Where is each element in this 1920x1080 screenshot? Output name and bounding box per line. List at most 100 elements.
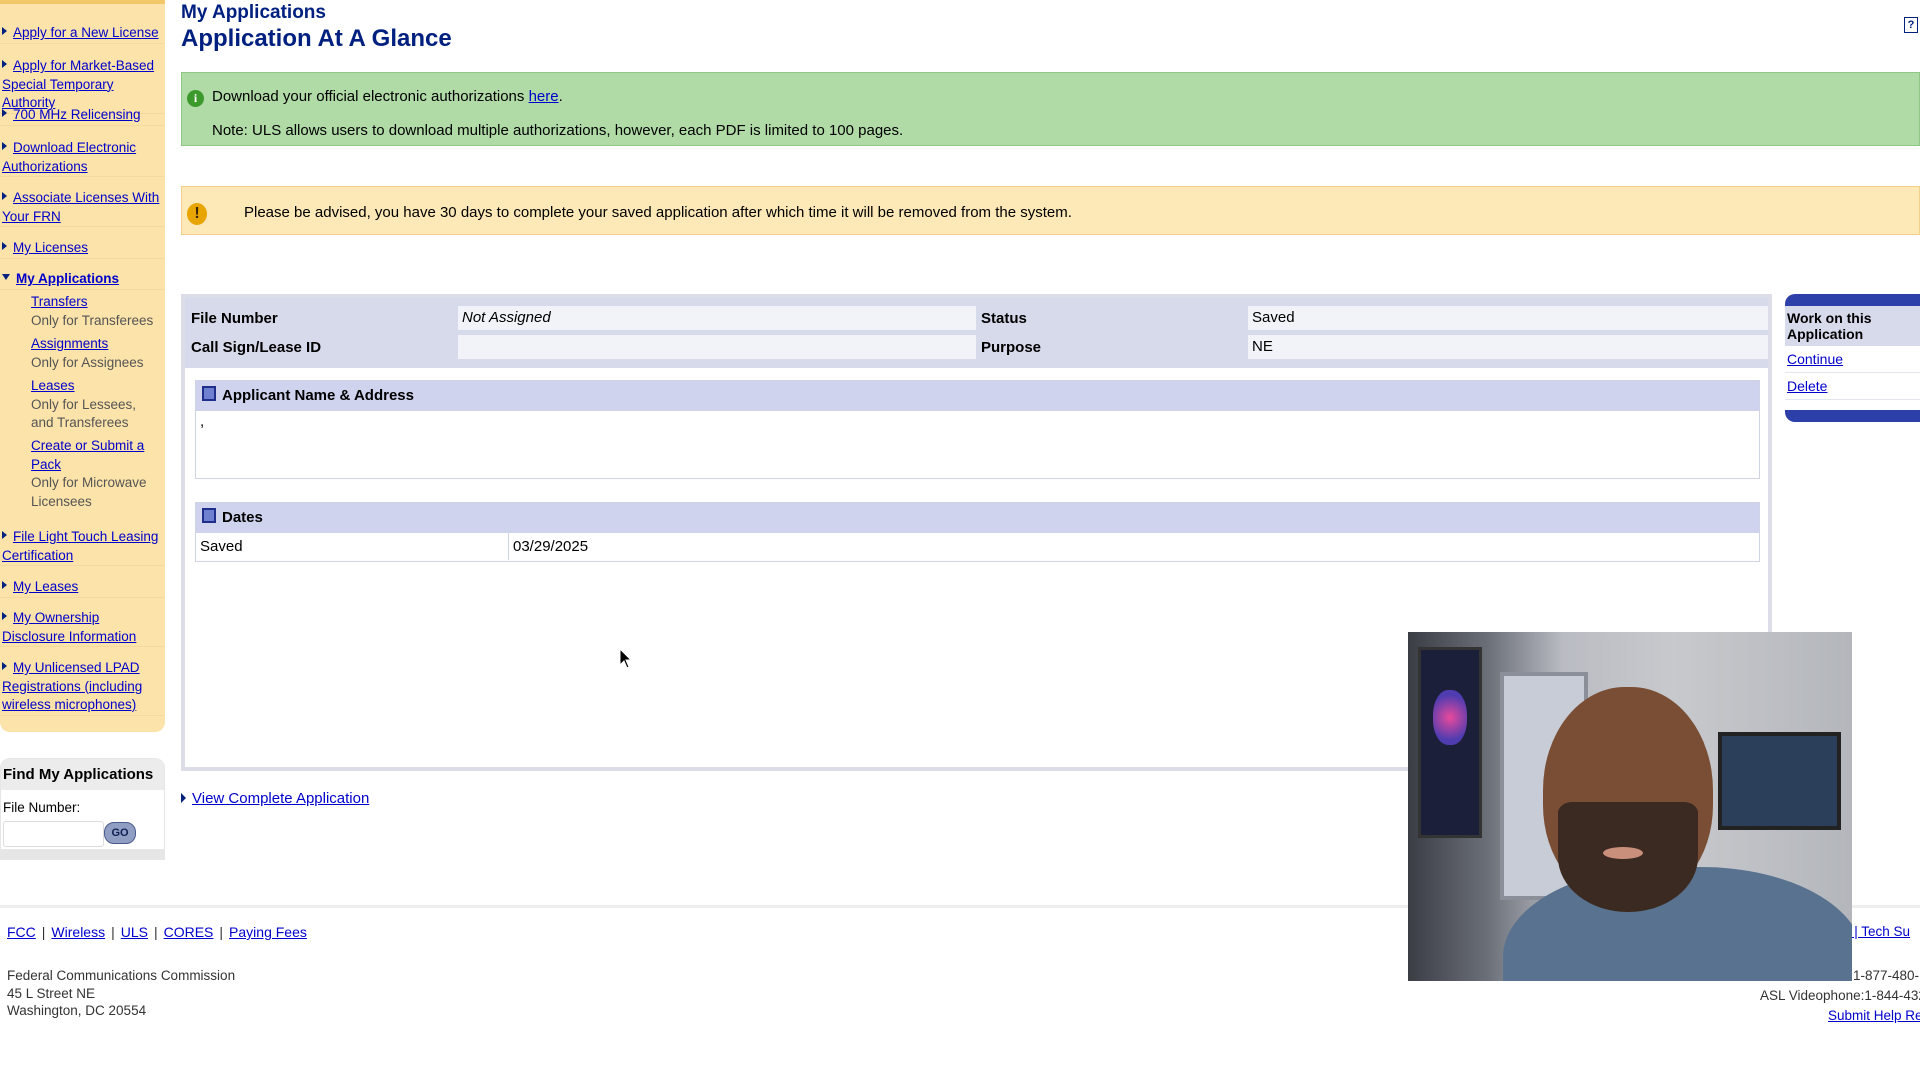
sidebar-subitem-label[interactable]: Create or Submit a Pack xyxy=(31,438,144,472)
triangle-right-icon xyxy=(2,242,7,250)
triangle-right-icon xyxy=(2,27,7,35)
info-prefix: Download your official electronic author… xyxy=(212,88,529,105)
continue-link-text[interactable]: Continue xyxy=(1787,351,1843,367)
triangle-right-icon xyxy=(2,109,7,117)
sidebar-subitem-pack: Create or Submit a Pack Only for Microwa… xyxy=(31,437,161,511)
triangle-right-icon xyxy=(2,192,7,200)
page-subtitle: My Applications xyxy=(181,2,326,23)
warning-notice: ! Please be advised, you have 30 days to… xyxy=(181,186,1920,235)
date-label: Saved xyxy=(200,538,243,555)
triangle-right-icon xyxy=(2,662,7,670)
address-line: 45 L Street NE xyxy=(7,985,96,1001)
address-line: Washington, DC 20554 xyxy=(7,1003,147,1018)
triangle-right-icon xyxy=(2,581,7,589)
footer-link-fcc[interactable]: FCC xyxy=(7,924,36,940)
footer-videophone: ASL Videophone:1-844-432- xyxy=(1760,988,1920,1003)
wall-poster xyxy=(1418,647,1482,838)
background-monitor xyxy=(1718,732,1841,830)
triangle-right-icon xyxy=(2,612,7,620)
footer-link-uls[interactable]: ULS xyxy=(121,924,148,940)
sidebar-subitem-label[interactable]: Leases xyxy=(31,378,75,393)
sidebar-nav: Apply for a New License Apply for Market… xyxy=(0,0,165,732)
sidebar-item-ownership-disclosure[interactable]: My Ownership Disclosure Information xyxy=(0,609,165,647)
sidebar-subitem-assignments: Assignments Only for Assignees xyxy=(31,335,161,372)
poster-art xyxy=(1433,690,1467,745)
mouse-cursor-icon xyxy=(619,648,633,669)
sidebar-subitem-leases: Leases Only for Lessees, and Transferees xyxy=(31,377,161,433)
dates-section-title: Dates xyxy=(222,509,263,526)
purpose-value: NE xyxy=(1248,335,1768,359)
file-number-label: File Number: xyxy=(3,800,81,815)
status-value: Saved xyxy=(1248,306,1768,330)
call-sign-value xyxy=(458,335,976,359)
info-suffix: . xyxy=(558,88,563,105)
find-box-title: Find My Applications xyxy=(1,759,164,790)
file-number-value: Not Assigned xyxy=(458,306,976,330)
go-button[interactable]: GO xyxy=(104,822,136,844)
view-complete-application[interactable]: View Complete Application xyxy=(181,790,369,807)
sidebar-item-apply-new-license[interactable]: Apply for a New License xyxy=(0,24,165,44)
page-title: Application At A Glance xyxy=(181,25,452,52)
sidebar-subitem-note: Only for Microwave Licensees xyxy=(31,475,147,509)
view-complete-link[interactable]: View Complete Application xyxy=(192,790,369,807)
collapse-square-icon[interactable] xyxy=(202,508,216,523)
footer-phone: 1-877-480- xyxy=(1853,968,1920,983)
footer-link-paying-fees[interactable]: Paying Fees xyxy=(229,924,307,940)
download-here-link[interactable]: here xyxy=(529,88,559,105)
work-on-application-box: Work on this Application Continue Delete xyxy=(1785,294,1920,422)
warning-text: Please be advised, you have 30 days to c… xyxy=(244,204,1072,221)
webcam-overlay xyxy=(1408,632,1852,981)
sidebar-subitem-note: Only for Transferees xyxy=(31,312,154,328)
applicant-section-title: Applicant Name & Address xyxy=(222,387,414,404)
applicant-content: , xyxy=(200,413,205,430)
status-label: Status xyxy=(981,310,1027,327)
footer-links: FCC | Wireless | ULS | CORES | Paying Fees xyxy=(7,924,307,940)
file-number-input[interactable] xyxy=(3,821,104,847)
action-box-cap xyxy=(1785,410,1920,422)
sidebar-item-light-touch-leasing[interactable]: File Light Touch Leasing Certification xyxy=(0,528,165,566)
find-my-applications-box: Find My Applications File Number: GO xyxy=(0,758,165,860)
triangle-right-icon xyxy=(2,142,7,150)
sidebar-item-associate-licenses[interactable]: Associate Licenses With Your FRN xyxy=(0,189,165,227)
sidebar-subitem-note: Only for Assignees xyxy=(31,354,144,370)
sidebar-item-lpad-registrations[interactable]: My Unlicensed LPAD Registrations (includ… xyxy=(0,659,165,716)
sidebar-item-my-leases[interactable]: My Leases xyxy=(0,578,165,598)
info-icon: i xyxy=(187,90,204,107)
warning-icon: ! xyxy=(187,203,207,225)
triangle-down-icon xyxy=(2,274,10,280)
sidebar-item-my-applications[interactable]: My Applications xyxy=(0,270,165,290)
file-number-label: File Number xyxy=(191,310,278,327)
call-sign-label: Call Sign/Lease ID xyxy=(191,339,322,356)
find-box-footer xyxy=(1,849,164,859)
action-box-title: Work on this Application xyxy=(1785,306,1920,346)
footer-address: Federal Communications Commission 45 L S… xyxy=(7,967,235,1020)
dates-section-header[interactable]: Dates xyxy=(196,503,1759,533)
sidebar-item-my-licenses[interactable]: My Licenses xyxy=(0,239,165,259)
action-box-cap xyxy=(1785,294,1920,306)
footer-link-wireless[interactable]: Wireless xyxy=(51,924,105,940)
help-icon[interactable]: ? xyxy=(1904,17,1918,33)
continue-link[interactable]: Continue xyxy=(1785,346,1920,373)
sidebar-subitem-label[interactable]: Transfers xyxy=(31,294,88,309)
date-value: 03/29/2025 xyxy=(508,533,588,560)
info-notice: i Download your official electronic auth… xyxy=(181,72,1920,146)
sidebar-item-700mhz[interactable]: 700 MHz Relicensing xyxy=(0,106,165,126)
delete-link-text[interactable]: Delete xyxy=(1787,378,1827,394)
triangle-right-icon xyxy=(2,60,7,68)
delete-link[interactable]: Delete xyxy=(1785,373,1920,400)
sidebar-subitem-label[interactable]: Assignments xyxy=(31,336,108,351)
triangle-right-icon xyxy=(2,531,7,539)
dates-section: Dates Saved 03/29/2025 xyxy=(195,502,1760,562)
application-summary: File Number Not Assigned Call Sign/Lease… xyxy=(185,298,1768,368)
submit-help-link[interactable]: Submit Help Req xyxy=(1828,1008,1920,1023)
date-row: Saved 03/29/2025 xyxy=(196,533,1759,560)
sidebar-item-download-authorizations[interactable]: Download Electronic Authorizations xyxy=(0,139,165,177)
collapse-square-icon[interactable] xyxy=(202,386,216,401)
purpose-label: Purpose xyxy=(981,339,1042,356)
sidebar-subitem-note: Only for Lessees, and Transferees xyxy=(31,396,137,431)
info-notice-text: Download your official electronic author… xyxy=(212,88,563,105)
footer-link-cores[interactable]: CORES xyxy=(164,924,214,940)
applicant-section-header[interactable]: Applicant Name & Address xyxy=(196,381,1759,411)
sidebar-subitem-transfers: Transfers Only for Transferees xyxy=(31,293,161,330)
info-notice-note: Note: ULS allows users to download multi… xyxy=(212,122,904,139)
